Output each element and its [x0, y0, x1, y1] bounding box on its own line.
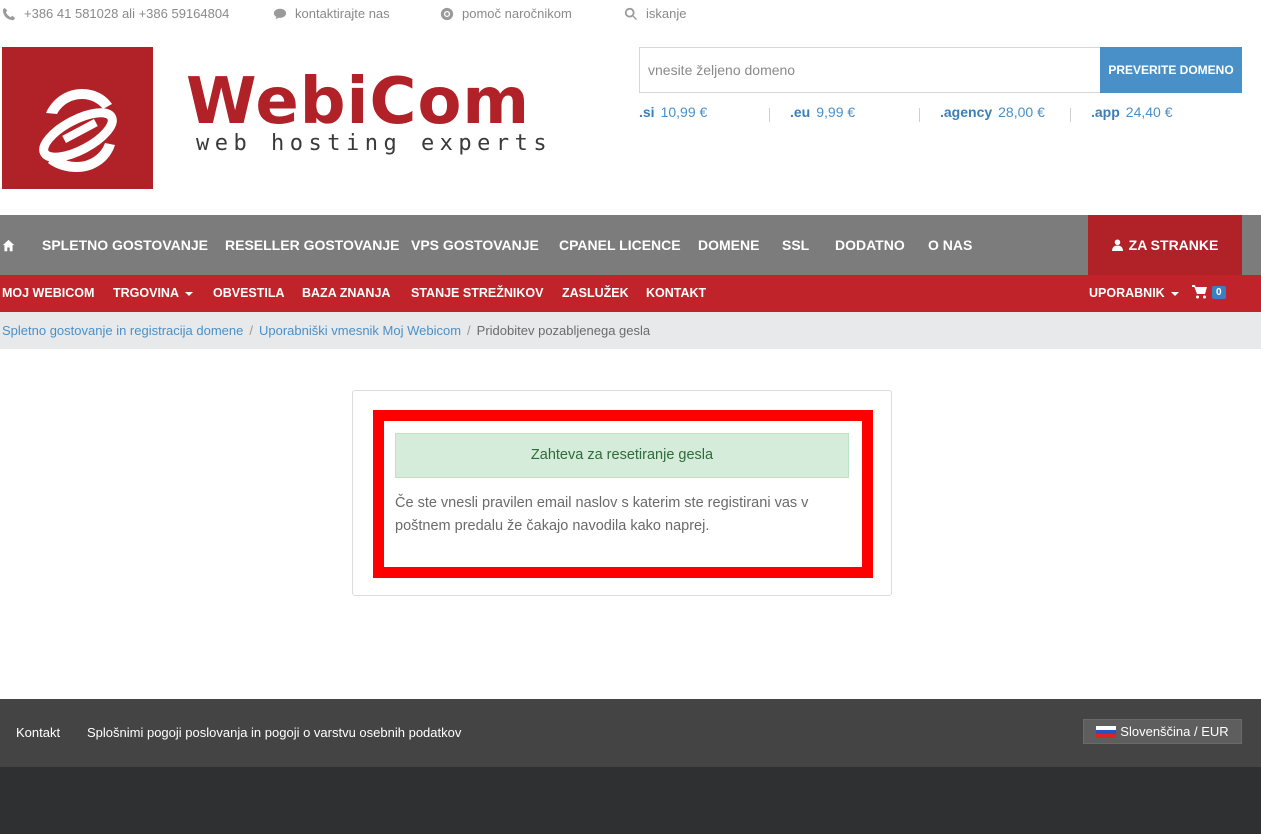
search-link[interactable]: iskanje [624, 6, 686, 21]
price-divider [1070, 108, 1071, 122]
tld-price: 9,99 € [816, 104, 856, 120]
nav-contact[interactable]: KONTAKT [646, 275, 706, 312]
top-info-bar: +386 41 581028 ali +386 59164804 kontakt… [0, 0, 1261, 28]
nav-my-webicom[interactable]: MOJ WEBICOM [2, 275, 94, 312]
nav-server-status[interactable]: STANJE STREŽNIKOV [411, 275, 543, 312]
breadcrumb: Spletno gostovanje in registracija domen… [0, 312, 1261, 349]
reset-message: Če ste vnesli pravilen email naslov s ka… [395, 495, 809, 534]
contact-link[interactable]: kontaktirajte nas [273, 6, 390, 21]
tld-label: .agency [940, 104, 993, 120]
breadcrumb-home[interactable]: Spletno gostovanje in registracija domen… [2, 323, 243, 338]
main-nav: SPLETNO GOSTOVANJE RESELLER GOSTOVANJE V… [0, 215, 1261, 275]
language-currency-selector[interactable]: Slovenščina / EUR [1083, 719, 1242, 744]
nav-about[interactable]: O NAS [928, 215, 972, 275]
nav-reseller-hosting[interactable]: RESELLER GOSTOVANJE [225, 215, 400, 275]
nav-ssl[interactable]: SSL [782, 215, 809, 275]
price-divider [919, 108, 920, 122]
life-ring-icon [440, 7, 454, 20]
contact-link-label: kontaktirajte nas [295, 6, 390, 21]
home-link[interactable] [2, 215, 16, 275]
user-menu-label: UPORABNIK [1089, 286, 1165, 300]
nav-store-label: TRGOVINA [113, 286, 179, 300]
logo-emblem[interactable] [2, 47, 153, 189]
cart-button[interactable]: 0 [1192, 284, 1226, 300]
breadcrumb-separator: / [467, 323, 471, 338]
logo-tagline: web hosting experts [196, 131, 553, 156]
tld-price: 10,99 € [660, 104, 708, 120]
phone-text: +386 41 581028 ali +386 59164804 [24, 6, 230, 21]
chevron-down-icon [1170, 291, 1179, 296]
tld-label: .app [1091, 104, 1120, 120]
tld-price: 28,00 € [998, 104, 1045, 120]
nav-vps-hosting[interactable]: VPS GOSTOVANJE [411, 215, 539, 275]
domain-search-input[interactable] [639, 47, 1101, 93]
success-alert: Zahteva za resetiranje gesla [395, 433, 849, 478]
nav-domains[interactable]: DOMENE [698, 215, 759, 275]
domain-price-eu[interactable]: .eu 9,99 € [790, 104, 855, 120]
slovenia-flag-icon [1096, 725, 1117, 738]
price-divider [769, 108, 770, 122]
chevron-down-icon [184, 291, 193, 296]
domain-price-agency[interactable]: .agency 28,00 € [940, 104, 1045, 120]
planet-ring-icon [39, 89, 117, 172]
user-icon [1111, 239, 1123, 251]
nav-affiliates[interactable]: ZASLUŽEK [562, 275, 629, 312]
support-link[interactable]: pomoč naročnikom [440, 6, 572, 21]
client-area-label: ZA STRANKE [1128, 237, 1219, 253]
nav-web-hosting[interactable]: SPLETNO GOSTOVANJE [42, 215, 208, 275]
phone-info: +386 41 581028 ali +386 59164804 [2, 6, 229, 21]
nav-additional[interactable]: DODATNO [835, 215, 905, 275]
logo-wordmark[interactable]: WebiCom [186, 70, 530, 134]
breadcrumb-separator: / [249, 323, 253, 338]
tld-price: 24,40 € [1125, 104, 1173, 120]
nav-store[interactable]: TRGOVINA [113, 275, 193, 312]
phone-icon [2, 7, 16, 20]
domain-price-app[interactable]: .app 24,40 € [1091, 104, 1173, 120]
search-link-label: iskanje [646, 6, 687, 21]
nav-announcements[interactable]: OBVESTILA [213, 275, 285, 312]
shopping-cart-icon [1192, 285, 1207, 299]
bottom-bar [0, 767, 1261, 834]
footer-contact-link[interactable]: Kontakt [16, 699, 60, 767]
home-icon [2, 239, 15, 251]
support-link-label: pomoč naročnikom [462, 6, 572, 21]
nav-cpanel-licenses[interactable]: CPANEL LICENCE [559, 215, 681, 275]
cart-count-badge: 0 [1212, 285, 1226, 299]
language-label: Slovenščina / EUR [1120, 724, 1229, 739]
tld-label: .eu [790, 104, 811, 120]
nav-knowledge-base[interactable]: BAZA ZNANJA [302, 275, 390, 312]
breadcrumb-current: Pridobitev pozabljenega gesla [476, 323, 651, 338]
chat-bubble-icon [273, 8, 287, 19]
client-area-button[interactable]: ZA STRANKE [1088, 215, 1242, 275]
secondary-nav: MOJ WEBICOM TRGOVINA OBVESTILA BAZA ZNAN… [0, 275, 1261, 312]
check-domain-button[interactable]: PREVERITE DOMENO [1100, 47, 1242, 93]
domain-price-si[interactable]: .si 10,99 € [639, 104, 707, 120]
search-icon [624, 7, 638, 20]
footer: Kontakt Splošnimi pogoji poslovanja in p… [0, 699, 1261, 767]
footer-terms-link[interactable]: Splošnimi pogoji poslovanja in pogoji o … [87, 699, 461, 767]
user-menu[interactable]: UPORABNIK [1089, 275, 1179, 312]
tld-label: .si [639, 104, 655, 120]
breadcrumb-client-area[interactable]: Uporabniški vmesnik Moj Webicom [259, 323, 461, 338]
